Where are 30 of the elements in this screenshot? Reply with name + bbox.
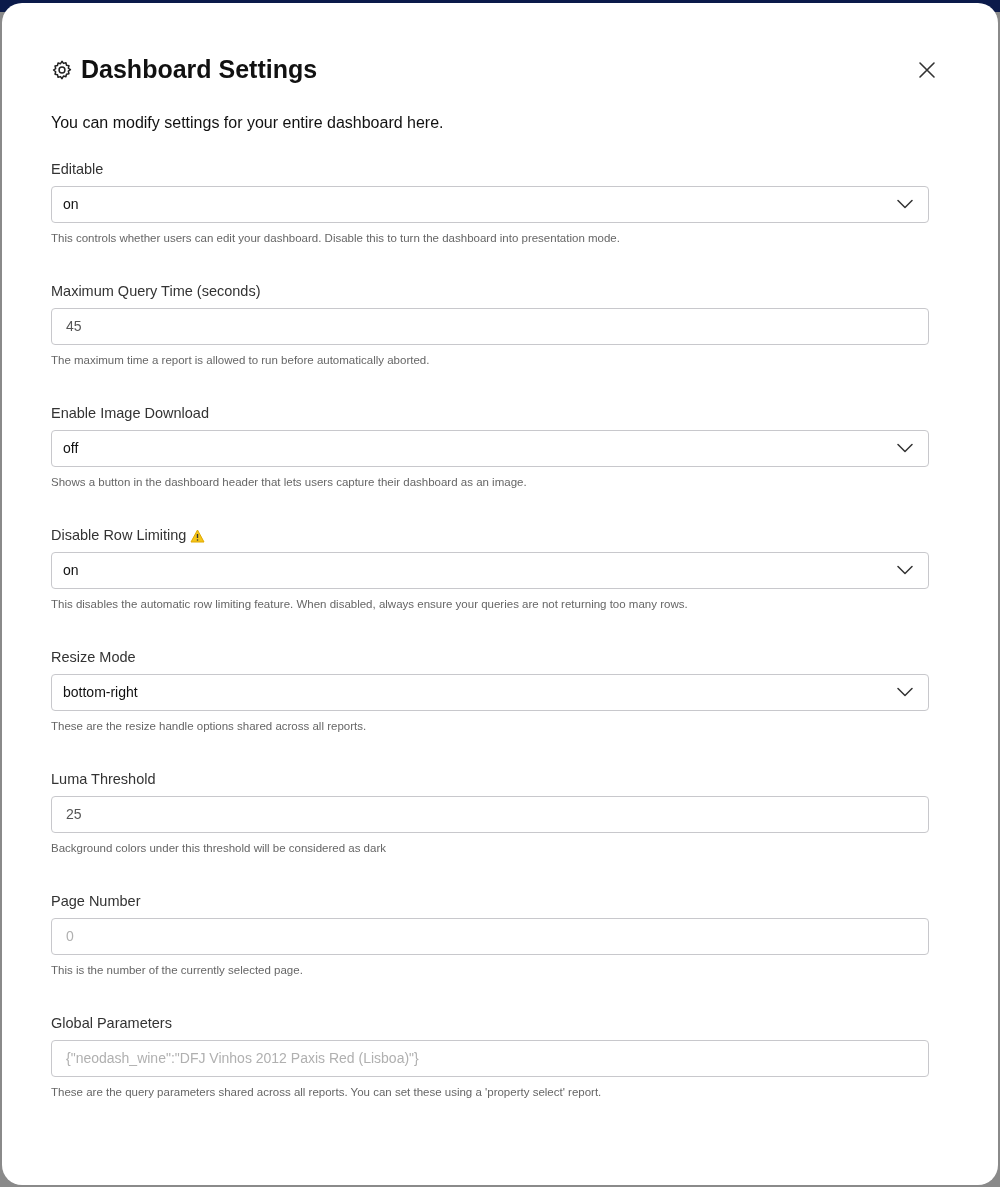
help-text: This disables the automatic row limiting feature. When disabled, always ensure your queries are not returning too many rows. <box>51 596 689 612</box>
help-text: Shows a button in the dashboard header that lets users capture their dashboard as an image. <box>51 474 528 490</box>
field-label: Maximum Query Time (seconds) <box>51 281 261 301</box>
select-field[interactable]: bottom-right <box>51 673 929 711</box>
gear-icon <box>51 58 73 81</box>
field-label: Luma Threshold <box>51 769 156 789</box>
chevron-down-icon <box>897 687 913 697</box>
field-label: Enable Image Download <box>51 403 209 423</box>
help-text: These are the query parameters shared across all reports. You can set these using a 'property select' report. <box>51 1084 603 1100</box>
chevron-down-icon <box>897 565 913 575</box>
chevron-down-icon <box>897 199 913 209</box>
field-label: Page Number <box>51 891 141 911</box>
help-text: The maximum time a report is allowed to run before automatically aborted. <box>51 352 431 368</box>
help-text: These are the resize handle options shared across all reports. <box>51 718 368 734</box>
help-text: Background colors under this threshold will be considered as dark <box>51 840 387 856</box>
field-label: Disable Row Limiting <box>51 525 187 545</box>
chevron-down-icon <box>897 443 913 453</box>
close-button[interactable] <box>917 59 937 80</box>
input-field[interactable]: 25 <box>51 795 929 833</box>
dialog-title: Dashboard Settings <box>81 54 318 85</box>
field-label: Global Parameters <box>51 1013 172 1033</box>
field-label: Editable <box>51 159 104 179</box>
select-field[interactable]: off <box>51 429 929 467</box>
help-text: This controls whether users can edit your dashboard. Disable this to turn the dashboard into presentation mode. <box>51 230 621 246</box>
help-text: This is the number of the currently selected page. <box>51 962 304 978</box>
input-field[interactable]: 45 <box>51 307 929 345</box>
select-field[interactable]: on <box>51 551 929 589</box>
select-field[interactable]: on <box>51 185 929 223</box>
dialog-description: You can modify settings for your entire dashboard here. <box>51 112 445 133</box>
field-label: Resize Mode <box>51 647 136 667</box>
